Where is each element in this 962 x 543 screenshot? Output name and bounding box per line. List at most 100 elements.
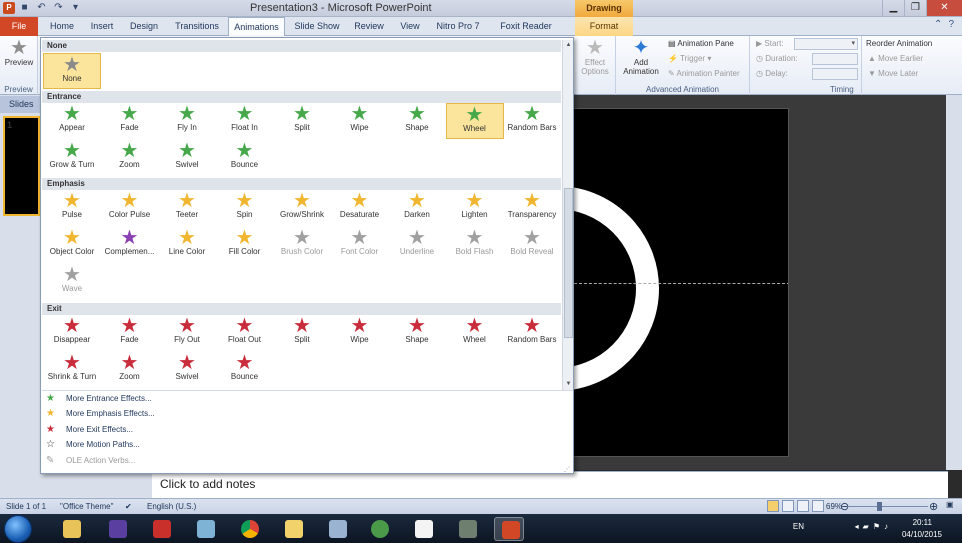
- taskbar-app-2[interactable]: [102, 517, 132, 541]
- scroll-up-icon[interactable]: ▲: [564, 41, 573, 50]
- animation-entrance-item[interactable]: ★ Shape: [388, 103, 446, 139]
- tab-file[interactable]: File: [0, 17, 38, 36]
- taskbar-explorer[interactable]: [56, 517, 86, 541]
- animation-entrance-item[interactable]: ★ Fly In: [158, 103, 216, 139]
- animation-emphasis-item[interactable]: ★ Darken: [388, 190, 446, 226]
- animation-emphasis-item[interactable]: ★ Fill Color: [216, 227, 274, 263]
- animation-emphasis-item[interactable]: ★ Bold Flash: [446, 227, 504, 263]
- zoom-in-icon[interactable]: ⊕: [929, 500, 938, 513]
- animation-emphasis-item[interactable]: ★ Transparency: [503, 190, 561, 226]
- taskbar-chrome[interactable]: [234, 517, 264, 541]
- slide-sorter-icon[interactable]: [782, 500, 794, 512]
- add-animation-button[interactable]: ✦ Add Animation: [618, 38, 664, 76]
- slideshow-view-icon[interactable]: [812, 500, 824, 512]
- animation-entrance-item[interactable]: ★ Wipe: [331, 103, 389, 139]
- preview-button[interactable]: ★ Preview: [3, 38, 35, 67]
- animation-exit-item[interactable]: ★ Zoom: [101, 352, 159, 388]
- animation-exit-item[interactable]: ★ Shape: [388, 315, 446, 351]
- powerpoint-app-icon[interactable]: P: [3, 2, 15, 14]
- effect-options-button[interactable]: ★ Effect Options: [576, 38, 614, 76]
- animation-entrance-item[interactable]: ★ Fade: [101, 103, 159, 139]
- spellcheck-icon[interactable]: ✔: [125, 502, 132, 511]
- animation-emphasis-item[interactable]: ★ Wave: [43, 264, 101, 300]
- gallery-scrollbar[interactable]: ▲ ▼: [562, 40, 573, 390]
- language[interactable]: English (U.S.): [147, 502, 196, 511]
- slides-tab[interactable]: Slides: [0, 96, 40, 113]
- animation-painter-button[interactable]: ✎ Animation Painter: [668, 69, 740, 78]
- animation-exit-item[interactable]: ★ Wheel: [446, 315, 504, 351]
- taskbar-app-10[interactable]: [452, 517, 482, 541]
- animation-pane-button[interactable]: ▤ Animation Pane: [668, 39, 734, 48]
- theme-name[interactable]: "Office Theme": [60, 502, 113, 511]
- normal-view-icon[interactable]: [767, 500, 779, 512]
- start-button[interactable]: [4, 515, 32, 543]
- taskbar-app-6[interactable]: [278, 517, 308, 541]
- animation-emphasis-item[interactable]: ★ Complemen...: [101, 227, 159, 263]
- animation-emphasis-item[interactable]: ★ Color Pulse: [101, 190, 159, 226]
- duration-input[interactable]: [812, 53, 858, 65]
- animation-exit-item[interactable]: ★ Swivel: [158, 352, 216, 388]
- reading-view-icon[interactable]: [797, 500, 809, 512]
- redo-icon[interactable]: ↷: [52, 1, 65, 14]
- more-emphasis-effects[interactable]: ★ More Emphasis Effects...: [46, 408, 155, 422]
- scroll-thumb[interactable]: [564, 188, 573, 338]
- animation-exit-item[interactable]: ★ Fade: [101, 315, 159, 351]
- tab-slide-show[interactable]: Slide Show: [290, 17, 344, 36]
- tab-view[interactable]: View: [394, 17, 426, 36]
- tab-nitro-pro[interactable]: Nitro Pro 7: [432, 17, 484, 36]
- help-icon[interactable]: ?: [948, 19, 954, 30]
- trigger-button[interactable]: ⚡ Trigger ▾: [668, 54, 711, 63]
- ring-shape[interactable]: [574, 186, 659, 391]
- animation-entrance-item[interactable]: ★ Random Bars: [503, 103, 561, 139]
- animation-emphasis-item[interactable]: ★ Grow/Shrink: [273, 190, 331, 226]
- tab-design[interactable]: Design: [124, 17, 164, 36]
- tab-format[interactable]: Format: [575, 17, 633, 36]
- animation-exit-item[interactable]: ★ Split: [273, 315, 331, 351]
- clock-time[interactable]: 20:11: [913, 518, 932, 527]
- animation-entrance-item[interactable]: ★ Swivel: [158, 140, 216, 176]
- animation-exit-item[interactable]: ★ Wipe: [331, 315, 389, 351]
- resize-grip-icon[interactable]: ⋰: [564, 466, 572, 473]
- customize-qat-icon[interactable]: ▾: [69, 1, 82, 14]
- tab-insert[interactable]: Insert: [84, 17, 120, 36]
- tab-home[interactable]: Home: [44, 17, 80, 36]
- tray-icons[interactable]: ◂▰⚑♪: [855, 522, 892, 531]
- move-earlier-button[interactable]: ▲ Move Earlier: [868, 54, 923, 63]
- animation-exit-item[interactable]: ★ Random Bars: [503, 315, 561, 351]
- save-icon[interactable]: ■: [18, 1, 31, 14]
- animation-exit-item[interactable]: ★ Fly Out: [158, 315, 216, 351]
- minimize-ribbon-icon[interactable]: ⌃: [934, 19, 942, 30]
- maximize-button[interactable]: ❐: [904, 0, 926, 16]
- tab-transitions[interactable]: Transitions: [170, 17, 224, 36]
- fit-slide-icon[interactable]: ▣: [946, 500, 954, 509]
- taskbar-app-7[interactable]: [322, 517, 352, 541]
- animation-exit-item[interactable]: ★ Disappear: [43, 315, 101, 351]
- vertical-scrollbar[interactable]: [946, 95, 962, 470]
- animation-emphasis-item[interactable]: ★ Brush Color: [273, 227, 331, 263]
- animation-exit-item[interactable]: ★ Bounce: [216, 352, 274, 388]
- animation-emphasis-item[interactable]: ★ Lighten: [446, 190, 504, 226]
- animation-emphasis-item[interactable]: ★ Line Color: [158, 227, 216, 263]
- animation-emphasis-item[interactable]: ★ Font Color: [331, 227, 389, 263]
- start-dropdown[interactable]: ▾: [794, 38, 858, 50]
- tab-review[interactable]: Review: [350, 17, 388, 36]
- taskbar-app-3[interactable]: [146, 517, 176, 541]
- animation-emphasis-item[interactable]: ★ Desaturate: [331, 190, 389, 226]
- zoom-slider[interactable]: [848, 506, 928, 507]
- move-later-button[interactable]: ▼ Move Later: [868, 69, 918, 78]
- taskbar-powerpoint[interactable]: [494, 517, 524, 541]
- zoom-slider-thumb[interactable]: [877, 502, 882, 511]
- delay-input[interactable]: [812, 68, 858, 80]
- animation-exit-item[interactable]: ★ Float Out: [216, 315, 274, 351]
- animation-exit-item[interactable]: ★ Shrink & Turn: [43, 352, 101, 388]
- animation-emphasis-item[interactable]: ★ Spin: [216, 190, 274, 226]
- slide-thumbnail[interactable]: [3, 116, 40, 216]
- animation-entrance-item[interactable]: ★ Grow & Turn: [43, 140, 101, 176]
- animation-emphasis-item[interactable]: ★ Pulse: [43, 190, 101, 226]
- animation-emphasis-item[interactable]: ★ Object Color: [43, 227, 101, 263]
- clock-date[interactable]: 04/10/2015: [902, 530, 942, 539]
- ole-action-verbs[interactable]: ✎ OLE Action Verbs...: [46, 455, 135, 469]
- animation-entrance-item[interactable]: ★ Zoom: [101, 140, 159, 176]
- animation-emphasis-item[interactable]: ★ Underline: [388, 227, 446, 263]
- minimize-button[interactable]: ▁: [882, 0, 904, 16]
